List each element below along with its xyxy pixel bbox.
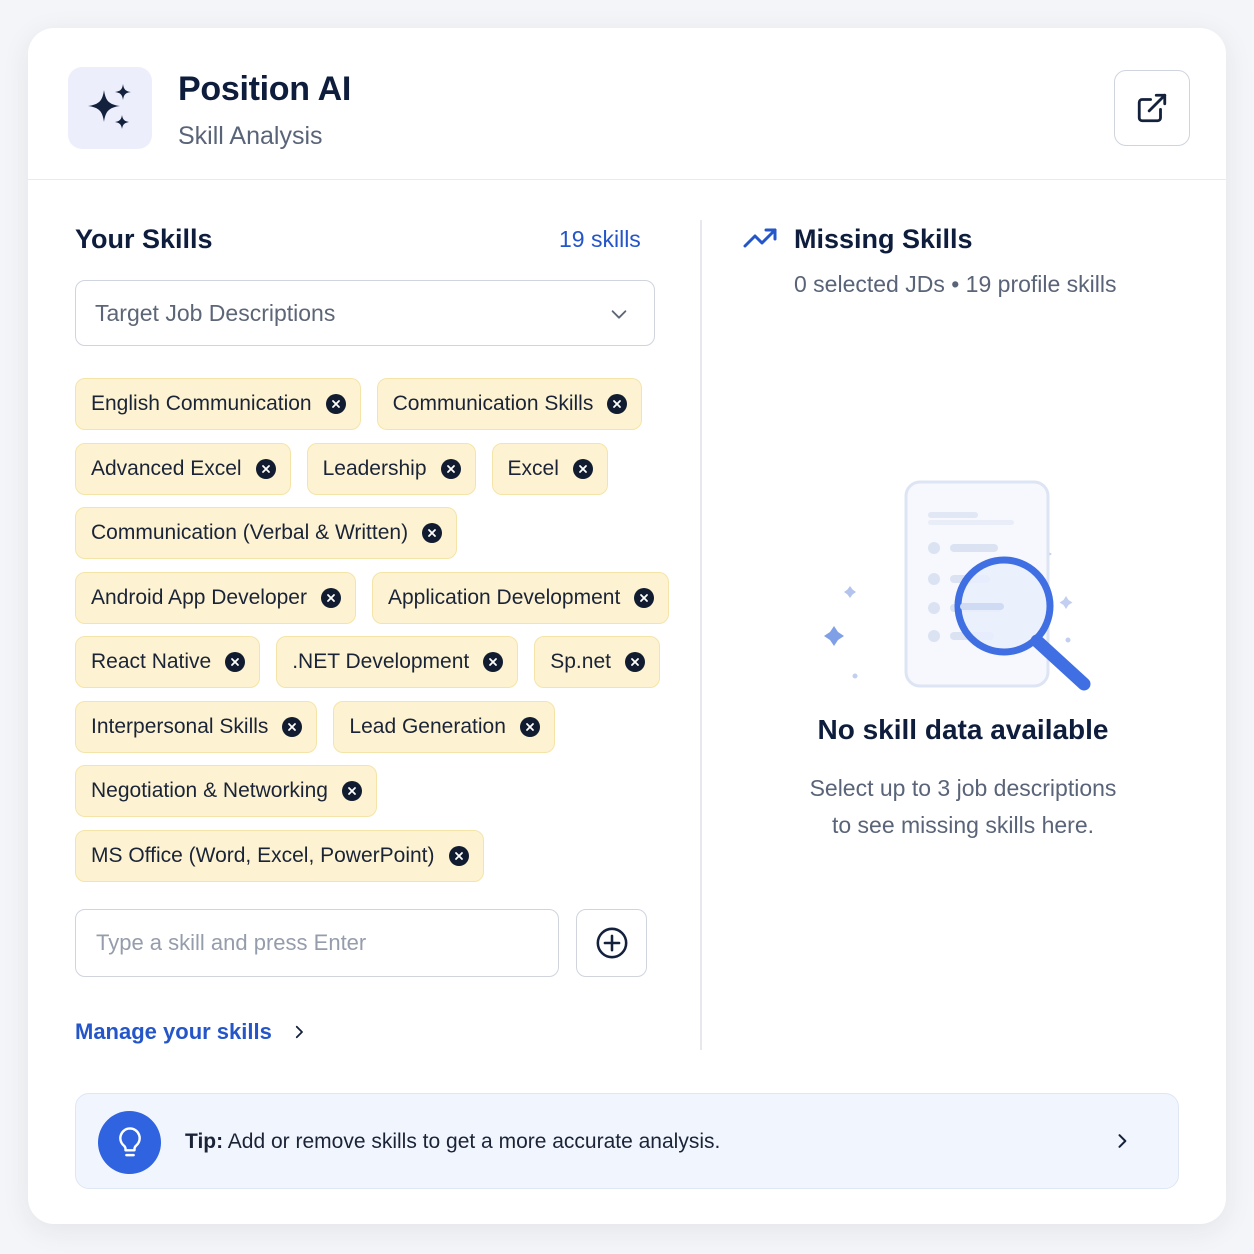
remove-skill-icon[interactable]: [422, 523, 443, 543]
skill-chip: .NET Development: [276, 636, 519, 688]
skill-chip-label: English Communication: [91, 392, 312, 415]
skill-chip-label: Communication Skills: [392, 392, 594, 415]
skill-chip-label: Lead Generation: [349, 714, 506, 738]
chevron-right-icon: [295, 1025, 303, 1039]
skill-chip: Excel: [491, 442, 608, 495]
app-title: Position AI: [178, 70, 351, 108]
skill-chip: Application Development: [371, 571, 670, 624]
remove-skill-icon[interactable]: [448, 845, 469, 866]
chevron-right-icon: [1118, 1134, 1127, 1148]
target-jd-select-placeholder: Target Job Descriptions: [95, 299, 336, 326]
skill-chip-row: Android App Developer Application Develop…: [75, 571, 675, 624]
document-search-illustration: [824, 480, 1091, 691]
manage-skills-label: Manage your skills: [75, 1019, 272, 1044]
plus-circle-icon: [596, 927, 627, 959]
column-divider: [700, 220, 702, 1050]
skill-chip-label: Advanced Excel: [91, 456, 242, 480]
skill-chip: Advanced Excel: [75, 442, 291, 495]
remove-skill-icon[interactable]: [483, 652, 504, 672]
skill-chip-label: Interpersonal Skills: [91, 714, 269, 738]
skill-chip-row: Interpersonal Skills Lead Generation: [75, 700, 675, 753]
empty-state-description: Select up to 3 job descriptions to see m…: [730, 770, 1196, 844]
skill-chip-label: Communication (Verbal & Written): [91, 521, 409, 544]
target-jd-select[interactable]: Target Job Descriptions: [75, 280, 655, 346]
remove-skill-icon[interactable]: [225, 652, 246, 672]
tip-message: Tip: Add or remove skills to get a more …: [185, 1130, 720, 1154]
skill-chip-row: English Communication Communication Skill…: [75, 378, 675, 430]
skill-chip: English Communication: [75, 378, 361, 430]
chevron-down-icon: [611, 310, 627, 319]
skill-chip: Interpersonal Skills: [75, 700, 318, 753]
skill-chip: Sp.net: [534, 636, 660, 688]
app-subtitle: Skill Analysis: [178, 122, 323, 150]
skill-chip-label: Android App Developer: [91, 585, 307, 609]
skill-chip: Negotiation & Networking: [75, 765, 377, 817]
skill-chip-label: Excel: [507, 456, 559, 480]
skill-chip: MS Office (Word, Excel, PowerPoint): [75, 829, 484, 882]
skill-chip-row: Negotiation & Networking: [75, 765, 675, 817]
manage-skills-link[interactable]: Manage your skills: [75, 1019, 308, 1045]
skill-count: 19 skills: [559, 226, 641, 252]
skill-chip-row: Communication (Verbal & Written): [75, 507, 675, 559]
add-skill-input[interactable]: [75, 909, 559, 977]
remove-skill-icon[interactable]: [255, 458, 276, 479]
skill-chip-label: MS Office (Word, Excel, PowerPoint): [91, 843, 435, 867]
lightbulb-icon: [118, 1126, 141, 1156]
empty-state-title: No skill data available: [817, 714, 1109, 745]
skill-chip-label: React Native: [91, 650, 212, 673]
skill-chip-list: English Communication Communication Skill…: [75, 378, 675, 894]
tip-label: Tip:: [185, 1130, 224, 1153]
skill-chip-label: Negotiation & Networking: [91, 779, 328, 802]
skill-chip-row: Advanced Excel Leadership Excel: [75, 442, 675, 495]
tip-banner[interactable]: Tip: Add or remove skills to get a more …: [75, 1093, 1179, 1189]
skill-chip-row: React Native .NET Development Sp.net: [75, 636, 675, 688]
external-link-icon: [1137, 93, 1167, 123]
remove-skill-icon[interactable]: [341, 781, 362, 801]
remove-skill-icon[interactable]: [320, 587, 341, 608]
skill-analysis-card: Position AI Skill Analysis Your Skills 1…: [28, 28, 1226, 1224]
skill-chip-row: MS Office (Word, Excel, PowerPoint): [75, 829, 675, 882]
skill-chip-label: Application Development: [387, 585, 621, 609]
skill-chip: Communication Skills: [376, 378, 643, 430]
skill-chip: React Native: [75, 636, 261, 688]
skill-chip-label: Sp.net: [550, 650, 611, 673]
remove-skill-icon[interactable]: [607, 394, 628, 414]
open-external-button[interactable]: [1114, 70, 1190, 146]
skill-chip: Communication (Verbal & Written): [75, 507, 458, 559]
remove-skill-icon[interactable]: [624, 652, 645, 672]
app-logo: [68, 67, 152, 149]
add-skill-button[interactable]: [576, 909, 647, 977]
trending-up-icon: [743, 228, 777, 248]
remove-skill-icon[interactable]: [440, 458, 461, 479]
missing-skills-title: Missing Skills: [794, 224, 973, 254]
remove-skill-icon[interactable]: [634, 587, 655, 608]
empty-state-description-line1: Select up to 3 job descriptions: [809, 775, 1117, 801]
empty-state-description-line2: to see missing skills here.: [831, 812, 1095, 838]
sparkles-icon: [88, 84, 131, 129]
skill-chip: Leadership: [306, 442, 476, 495]
missing-skills-subtitle: 0 selected JDs • 19 profile skills: [794, 271, 1117, 297]
lightbulb-icon-badge: [98, 1111, 161, 1174]
card-header: Position AI Skill Analysis: [28, 28, 1226, 180]
skill-chip-label: Leadership: [322, 456, 427, 480]
skill-chip-label: .NET Development: [292, 650, 470, 673]
your-skills-title: Your Skills: [75, 224, 213, 254]
remove-skill-icon[interactable]: [572, 458, 593, 479]
tip-text: Add or remove skills to get a more accur…: [223, 1130, 721, 1153]
remove-skill-icon[interactable]: [282, 716, 303, 737]
remove-skill-icon[interactable]: [519, 716, 540, 737]
skill-chip: Android App Developer: [75, 571, 356, 624]
remove-skill-icon[interactable]: [325, 394, 346, 414]
skill-chip: Lead Generation: [333, 700, 555, 753]
